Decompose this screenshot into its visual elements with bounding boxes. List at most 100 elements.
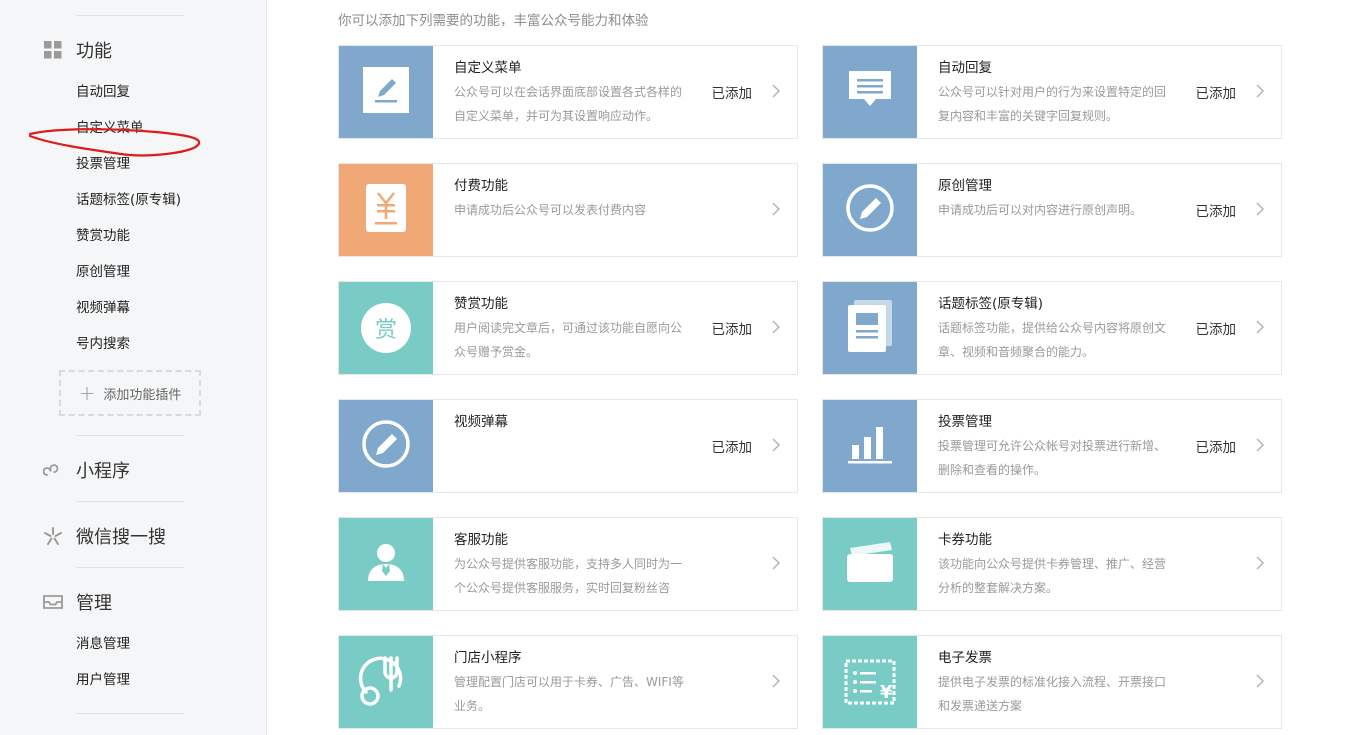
card-description: 话题标签功能，提供给公众号内容将原创文章、视频和音频聚合的能力。 bbox=[938, 321, 1167, 359]
card-icon-tile bbox=[823, 518, 917, 610]
sidebar-item-original[interactable]: 原创管理 bbox=[76, 263, 130, 281]
card-icon-tile: ¥ bbox=[823, 636, 917, 728]
feature-card-video-danmaku[interactable]: 视频弹幕 已添加 bbox=[338, 399, 798, 493]
card-icon-tile bbox=[339, 400, 433, 492]
sidebar-section-title: 微信搜一搜 bbox=[76, 527, 166, 548]
chevron-right-icon bbox=[772, 556, 781, 570]
card-title: 自动回复 bbox=[938, 60, 992, 76]
invoice-icon: ¥ bbox=[842, 657, 898, 707]
sidebar-item-vote[interactable]: 投票管理 bbox=[76, 155, 130, 173]
card-description: 公众号可以在会话界面底部设置各式各样的自定义菜单，并可为其设置响应动作。 bbox=[454, 85, 683, 123]
feature-card-original[interactable]: 原创管理 申请成功后可以对内容进行原创声明。 已添加 bbox=[822, 163, 1282, 257]
chevron-right-icon bbox=[1256, 438, 1265, 452]
sidebar-section-title: 管理 bbox=[76, 593, 112, 614]
chevron-right-icon bbox=[1256, 556, 1265, 570]
card-icon-tile: 赏 bbox=[339, 282, 433, 374]
reward-icon-text: 赏 bbox=[374, 318, 397, 343]
sidebar-item-video-danmaku[interactable]: 视频弹幕 bbox=[76, 299, 130, 317]
plus-icon: + bbox=[78, 381, 96, 405]
miniprogram-icon bbox=[42, 459, 64, 481]
card-title: 客服功能 bbox=[454, 532, 508, 548]
card-status: 已添加 bbox=[1195, 204, 1237, 220]
card-title: 赞赏功能 bbox=[454, 296, 508, 312]
card-description: 投票管理可允许公众帐号对投票进行新增、删除和查看的操作。 bbox=[938, 439, 1167, 477]
store-fork-icon bbox=[356, 650, 416, 714]
feature-card-paid-content[interactable]: 付费功能 申请成功后公众号可以发表付费内容 bbox=[338, 163, 798, 257]
original-pen-icon bbox=[844, 182, 896, 238]
sidebar-section-function[interactable]: 功能 bbox=[42, 37, 112, 63]
card-icon-tile bbox=[823, 164, 917, 256]
search-spark-icon bbox=[42, 525, 64, 547]
sidebar-item-users[interactable]: 用户管理 bbox=[76, 671, 130, 689]
chevron-right-icon bbox=[772, 84, 781, 98]
chevron-right-icon bbox=[772, 438, 781, 452]
card-status: 已添加 bbox=[1195, 440, 1237, 456]
card-status: 已添加 bbox=[1195, 86, 1237, 102]
card-title: 投票管理 bbox=[938, 414, 992, 430]
feature-card-customer-service[interactable]: 客服功能 为公众号提供客服功能，支持多人同时为一个公众号提供客服服务，实时回复粉… bbox=[338, 517, 798, 611]
card-title: 卡券功能 bbox=[938, 532, 992, 548]
page: 功能 自动回复 自定义菜单 投票管理 话题标签(原专辑) 赞赏功能 原创管理 视… bbox=[0, 0, 1351, 735]
card-title: 视频弹幕 bbox=[454, 414, 508, 430]
sidebar-item-custom-menu[interactable]: 自定义菜单 bbox=[76, 119, 144, 137]
card-description: 用户阅读完文章后，可通过该功能自愿向公众号赠予赏金。 bbox=[454, 321, 683, 359]
chevron-right-icon bbox=[1256, 320, 1265, 334]
card-title: 付费功能 bbox=[454, 178, 508, 194]
card-icon-tile bbox=[339, 518, 433, 610]
chevron-right-icon bbox=[1256, 674, 1265, 688]
chevron-right-icon bbox=[772, 320, 781, 334]
danmaku-pen-icon bbox=[360, 418, 412, 474]
sidebar-item-auto-reply[interactable]: 自动回复 bbox=[76, 83, 130, 101]
sidebar-item-reward[interactable]: 赞赏功能 bbox=[76, 227, 130, 245]
grid-icon bbox=[42, 39, 64, 61]
feature-card-custom-menu[interactable]: 自定义菜单 公众号可以在会话界面底部设置各式各样的自定义菜单，并可为其设置响应动… bbox=[338, 45, 798, 139]
card-title: 原创管理 bbox=[938, 178, 992, 194]
feature-card-vote[interactable]: 投票管理 投票管理可允许公众帐号对投票进行新增、删除和查看的操作。 已添加 bbox=[822, 399, 1282, 493]
card-status: 已添加 bbox=[711, 322, 753, 338]
card-title: 话题标签(原专辑) bbox=[938, 296, 1044, 312]
customer-service-icon bbox=[366, 541, 406, 587]
card-title: 门店小程序 bbox=[454, 650, 522, 666]
chevron-right-icon bbox=[772, 674, 781, 688]
sidebar-section-search[interactable]: 微信搜一搜 bbox=[42, 523, 166, 549]
yuan-receipt-icon bbox=[365, 183, 407, 237]
card-description: 申请成功后公众号可以发表付费内容 bbox=[454, 203, 647, 217]
card-icon-tile bbox=[823, 46, 917, 138]
divider bbox=[76, 15, 184, 16]
card-description: 公众号可以针对用户的行为来设置特定的回复内容和丰富的关键字回复规则。 bbox=[938, 85, 1167, 123]
feature-card-e-invoice[interactable]: ¥ 电子发票 提供电子发票的标准化接入流程、开票接口和发票递送方案 bbox=[822, 635, 1282, 729]
add-plugin-label: 添加功能插件 bbox=[103, 387, 182, 403]
divider bbox=[76, 713, 184, 714]
card-status: 已添加 bbox=[711, 440, 753, 456]
sidebar-item-messages[interactable]: 消息管理 bbox=[76, 635, 130, 653]
card-description: 管理配置门店可以用于卡券、广告、WIFI等业务。 bbox=[454, 675, 684, 713]
card-icon-tile bbox=[339, 164, 433, 256]
card-status: 已添加 bbox=[1195, 322, 1237, 338]
card-icon bbox=[844, 540, 896, 588]
card-title: 自定义菜单 bbox=[454, 60, 522, 76]
message-icon bbox=[847, 69, 893, 115]
album-icon bbox=[846, 299, 894, 357]
card-title: 电子发票 bbox=[938, 650, 992, 666]
feature-card-store-miniprogram[interactable]: 门店小程序 管理配置门店可以用于卡券、广告、WIFI等业务。 bbox=[338, 635, 798, 729]
sidebar-section-manage[interactable]: 管理 bbox=[42, 589, 112, 615]
divider bbox=[76, 567, 184, 568]
add-plugin-button[interactable]: + 添加功能插件 bbox=[59, 370, 201, 416]
sidebar: 功能 自动回复 自定义菜单 投票管理 话题标签(原专辑) 赞赏功能 原创管理 视… bbox=[0, 0, 267, 735]
card-icon-tile bbox=[823, 282, 917, 374]
feature-card-topic-tag[interactable]: 话题标签(原专辑) 话题标签功能，提供给公众号内容将原创文章、视频和音频聚合的能… bbox=[822, 281, 1282, 375]
feature-card-reward[interactable]: 赏 赞赏功能 用户阅读完文章后，可通过该功能自愿向公众号赠予赏金。 已添加 bbox=[338, 281, 798, 375]
feature-card-auto-reply[interactable]: 自动回复 公众号可以针对用户的行为来设置特定的回复内容和丰富的关键字回复规则。 … bbox=[822, 45, 1282, 139]
feature-card-coupon[interactable]: 卡券功能 该功能向公众号提供卡券管理、推广、经营分析的整套解决方案。 bbox=[822, 517, 1282, 611]
sidebar-section-title: 小程序 bbox=[76, 461, 130, 482]
card-icon-tile bbox=[339, 636, 433, 728]
chevron-right-icon bbox=[772, 202, 781, 216]
card-description: 为公众号提供客服功能，支持多人同时为一个公众号提供客服服务，实时回复粉丝咨 bbox=[454, 557, 683, 595]
bar-chart-icon bbox=[846, 423, 894, 469]
sidebar-section-miniprogram[interactable]: 小程序 bbox=[42, 457, 130, 483]
card-icon-tile bbox=[339, 46, 433, 138]
card-description: 该功能向公众号提供卡券管理、推广、经营分析的整套解决方案。 bbox=[938, 557, 1167, 595]
chevron-right-icon bbox=[1256, 202, 1265, 216]
sidebar-item-topic-tag[interactable]: 话题标签(原专辑) bbox=[76, 191, 181, 209]
sidebar-item-in-account-search[interactable]: 号内搜索 bbox=[76, 335, 130, 353]
